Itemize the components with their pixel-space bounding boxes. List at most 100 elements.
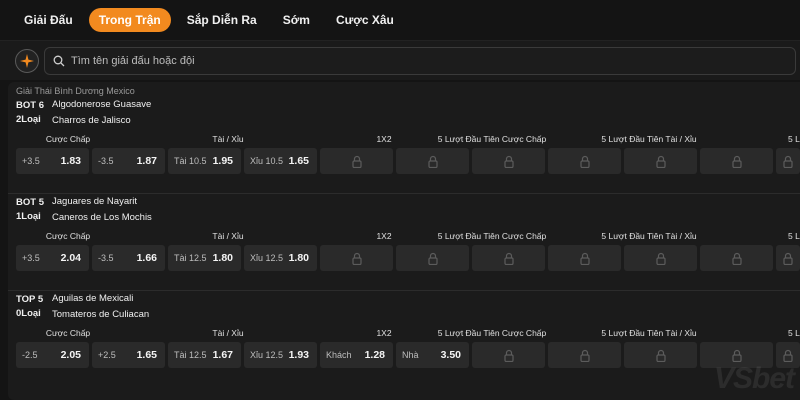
locked-odds-cell — [548, 148, 621, 174]
team-away: Charros de Jalisco — [52, 115, 131, 126]
lock-icon — [783, 155, 793, 168]
lock-icon — [503, 155, 514, 168]
lock-icon — [579, 155, 590, 168]
locked-odds-cell — [624, 148, 697, 174]
lock-icon — [731, 155, 742, 168]
odds-label: +3.5 — [22, 253, 40, 263]
lock-icon — [503, 349, 514, 362]
lock-icon — [655, 155, 666, 168]
locked-odds-cell — [624, 342, 697, 368]
tab-4[interactable]: Cược Xâu — [326, 8, 404, 32]
market-label: 5 Lư — [788, 328, 800, 338]
odds-label: -2.5 — [22, 350, 38, 360]
odds-label: Tài 12.5 — [174, 253, 207, 263]
team-home: Jaguares de Nayarit — [52, 196, 138, 207]
lock-icon — [783, 349, 793, 362]
lock-icon — [427, 155, 438, 168]
locked-odds-cell — [548, 342, 621, 368]
lock-icon — [731, 349, 742, 362]
odds-cell-1x2[interactable]: Khách 1.28 — [320, 342, 393, 368]
odds-value: 1.87 — [136, 155, 157, 167]
lock-icon — [731, 252, 742, 265]
tab-1[interactable]: Trong Trận — [88, 8, 171, 32]
odds-cell[interactable]: -3.5 1.66 — [92, 245, 165, 271]
odds-label: +3.5 — [22, 156, 40, 166]
lock-icon — [783, 252, 793, 265]
tab-2[interactable]: Sắp Diễn Ra — [177, 8, 267, 32]
odds-cell[interactable]: +3.5 2.04 — [16, 245, 89, 271]
lock-icon — [503, 252, 514, 265]
odds-label: Xỉu 12.5 — [250, 350, 284, 360]
lock-icon — [427, 252, 438, 265]
tab-0[interactable]: Giải Đấu — [14, 8, 83, 32]
odds-label: Tài 10.5 — [174, 156, 207, 166]
odds-cell-1x2[interactable]: Nhà 3.50 — [396, 342, 469, 368]
locked-odds-cell — [472, 245, 545, 271]
lock-icon — [579, 349, 590, 362]
market-label: 1X2 — [376, 134, 392, 144]
odds-value: 2.04 — [60, 252, 81, 264]
odds-value: 1.65 — [288, 155, 309, 167]
match-market-count: 1Loại — [16, 211, 41, 222]
league-title: Giải Thái Bình Dương Mexico — [16, 86, 135, 96]
market-label: 1X2 — [376, 231, 392, 241]
match-market-count: 0Loại — [16, 308, 41, 319]
odds-value: 1.28 — [364, 349, 385, 361]
locked-odds-cell — [700, 245, 773, 271]
watermark-logo: VSbet — [713, 362, 795, 395]
odds-value: 1.95 — [212, 155, 233, 167]
lock-icon — [579, 252, 590, 265]
search-icon — [53, 55, 65, 67]
lock-icon — [655, 252, 666, 265]
locked-odds-cell — [472, 342, 545, 368]
odds-cell[interactable]: Xỉu 10.5 1.65 — [244, 148, 317, 174]
odds-cell[interactable]: Tài 10.5 1.95 — [168, 148, 241, 174]
search-box — [44, 47, 796, 75]
odds-value: 2.05 — [60, 349, 81, 361]
odds-label: -3.5 — [98, 156, 114, 166]
market-label: Cược Chấp — [45, 328, 91, 338]
odds-cell[interactable]: -2.5 2.05 — [16, 342, 89, 368]
odds-label: Khách — [326, 350, 352, 360]
locked-odds-cell — [776, 245, 800, 271]
market-label: Tài / Xỉu — [212, 134, 244, 144]
match-market-count: 2Loại — [16, 114, 41, 125]
odds-value: 1.80 — [212, 252, 233, 264]
lock-icon — [655, 349, 666, 362]
odds-cell[interactable]: Tài 12.5 1.80 — [168, 245, 241, 271]
locked-odds-cell — [320, 245, 393, 271]
market-label: Tài / Xỉu — [212, 231, 244, 241]
odds-label: Nhà — [402, 350, 419, 360]
lock-icon — [351, 252, 362, 265]
odds-cell[interactable]: Tài 12.5 1.67 — [168, 342, 241, 368]
market-label: Tài / Xỉu — [212, 328, 244, 338]
odds-cell[interactable]: Xỉu 12.5 1.93 — [244, 342, 317, 368]
locked-odds-cell — [472, 148, 545, 174]
odds-label: +2.5 — [98, 350, 116, 360]
market-label: 5 Lượt Đầu Tiên Tài / Xỉu — [601, 328, 697, 338]
odds-cell[interactable]: +3.5 1.83 — [16, 148, 89, 174]
odds-value: 1.67 — [212, 349, 233, 361]
market-label: 5 Lượt Đầu Tiên Cược Chấp — [437, 328, 547, 338]
market-label: Cược Chấp — [45, 134, 91, 144]
market-label: 5 Lư — [788, 231, 800, 241]
locked-odds-cell — [396, 148, 469, 174]
odds-cell[interactable]: +2.5 1.65 — [92, 342, 165, 368]
market-label: 5 Lượt Đầu Tiên Cược Chấp — [437, 231, 547, 241]
odds-value: 1.65 — [136, 349, 157, 361]
tab-3[interactable]: Sớm — [273, 8, 320, 32]
market-label: 1X2 — [376, 328, 392, 338]
search-input[interactable] — [71, 55, 771, 67]
league-panel: Giải Thái Bình Dương Mexico BOT 6 2Loại Al… — [8, 82, 800, 400]
sparkle-icon — [20, 54, 34, 68]
sparkle-button[interactable] — [15, 49, 39, 73]
locked-odds-cell — [396, 245, 469, 271]
odds-cell[interactable]: -3.5 1.87 — [92, 148, 165, 174]
odds-value: 1.66 — [136, 252, 157, 264]
odds-cell[interactable]: Xỉu 12.5 1.80 — [244, 245, 317, 271]
team-home: Algodonerose Guasave — [52, 99, 152, 110]
locked-odds-cell — [624, 245, 697, 271]
market-label: Cược Chấp — [45, 231, 91, 241]
team-away: Caneros de Los Mochis — [52, 212, 152, 223]
locked-odds-cell — [548, 245, 621, 271]
